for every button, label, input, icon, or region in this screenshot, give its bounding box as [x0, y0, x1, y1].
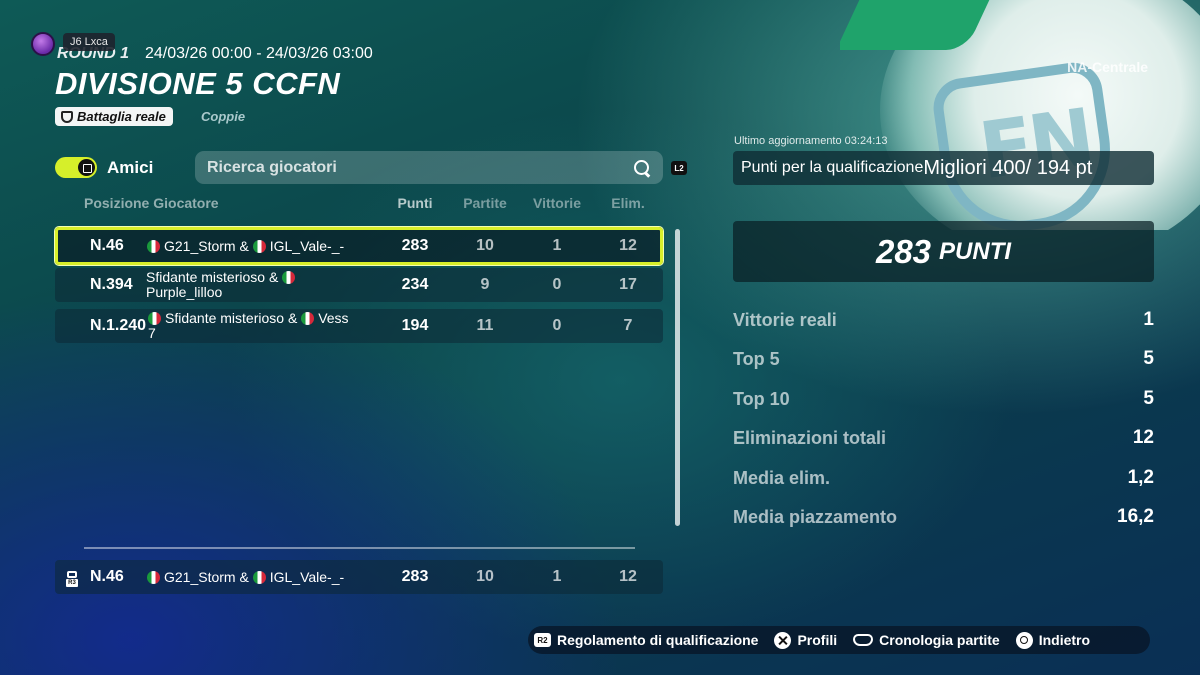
match-history-label: Cronologia partite [879, 632, 1000, 648]
row-points: 234 [401, 276, 429, 293]
row-position: N.394 [90, 276, 133, 293]
last-update-label: Ultimo aggiornamento 03:24:13 [734, 135, 888, 147]
row-player: Sfidante misterioso & Vess 7 [148, 310, 349, 341]
row-wins: 0 [552, 317, 562, 334]
row-player: G21_Storm & IGL_Vale-_- [147, 230, 387, 262]
flag-italy-icon [301, 312, 315, 325]
shield-icon [61, 110, 73, 123]
mode-badge: Battaglia reale [55, 107, 173, 126]
profiles-label: Profili [797, 632, 838, 648]
qualification-value: Migliori 400/ 194 pt [923, 156, 1093, 179]
col-header-position-player: Posizione Giocatore [84, 195, 219, 211]
rules-button[interactable]: R2 Regolamento di qualificazione [534, 632, 758, 648]
flag-italy-icon [147, 570, 160, 584]
row-position: N.1.240 [90, 317, 147, 334]
gamepad-icon [853, 634, 874, 646]
flag-italy-icon [148, 312, 161, 325]
date-range: 24/03/26 00:00 - 24/03/26 03:00 [145, 45, 373, 62]
back-label: Indietro [1038, 632, 1091, 648]
flag-italy-icon [252, 570, 266, 584]
team-mode-label: Coppie [201, 109, 246, 124]
table-row[interactable]: N.1.240 Sfidante misterioso & Vess 7 194 … [55, 309, 663, 343]
row-matches: 9 [480, 276, 490, 293]
qualification-label: Punti per la qualificazione [741, 159, 924, 176]
row-elims: 12 [619, 237, 637, 254]
table-row[interactable]: N.394 Sfidante misterioso & Purple_lillo… [55, 268, 663, 302]
row-points: 283 [401, 568, 429, 585]
search-input[interactable] [207, 158, 607, 177]
back-button[interactable]: Indietro [1015, 631, 1091, 649]
region-label: NA-Centrale [1067, 59, 1148, 75]
score-unit: PUNTI [939, 237, 1012, 265]
avatar[interactable] [31, 32, 55, 56]
cross-button-icon [774, 631, 792, 649]
page-title: DIVISIONE 5 CCFN [55, 66, 341, 101]
circle-button-icon [1015, 631, 1033, 649]
row-elims: 7 [623, 317, 633, 334]
stat-row: Top 10 5 [733, 388, 1154, 409]
stat-row: Media elim. 1,2 [733, 467, 1154, 488]
rules-label: Regolamento di qualificazione [557, 632, 759, 648]
row-wins: 1 [552, 237, 562, 254]
username-badge: J6 Lxca [63, 33, 115, 51]
col-header-wins: Vittorie [533, 195, 581, 211]
toggle-knob-icon [78, 159, 95, 176]
stat-row: Top 55 [733, 348, 1154, 369]
row-elims: 12 [619, 568, 637, 585]
flag-italy-icon [147, 239, 160, 253]
r2-button-icon: R2 [534, 633, 551, 647]
row-points: 283 [401, 237, 429, 254]
search-bar[interactable] [195, 151, 663, 184]
row-wins: 0 [552, 276, 562, 293]
friends-toggle[interactable] [55, 157, 97, 178]
friends-label: Amici [107, 158, 154, 177]
match-history-button[interactable]: Cronologia partite [853, 632, 1000, 648]
stat-row: Eliminazioni totali 12 [733, 427, 1154, 448]
footer-button-bar: R2 Regolamento di qualificazione Profili… [528, 626, 1150, 654]
row-matches: 10 [476, 237, 494, 254]
self-row[interactable]: N.46 G21_Storm & IGL_Vale-_- 283 10 1 12 [55, 560, 663, 594]
r3-player-icon: R3 [64, 571, 80, 587]
row-wins: 1 [552, 568, 562, 585]
search-icon[interactable] [633, 159, 651, 177]
col-header-points: Punti [397, 195, 433, 211]
row-matches: 11 [476, 317, 494, 334]
flag-italy-icon [282, 271, 296, 284]
score-box: 283 PUNTI [733, 221, 1154, 282]
row-player: G21_Storm & IGL_Vale-_- [147, 560, 387, 594]
mode-label: Battaglia reale [77, 109, 166, 124]
table-row[interactable]: N.46 G21_Storm & IGL_Vale-_- 283 10 1 12 [55, 227, 663, 265]
row-matches: 10 [476, 568, 494, 585]
row-points: 194 [401, 317, 429, 334]
row-position: N.46 [90, 237, 124, 254]
divider [84, 547, 635, 549]
col-header-matches: Partite [463, 195, 507, 211]
row-position: N.46 [90, 568, 124, 585]
profiles-button[interactable]: Profili [774, 631, 838, 649]
row-elims: 17 [619, 276, 637, 293]
flag-italy-icon [252, 239, 266, 253]
leaderboard-scrollbar[interactable] [675, 229, 680, 526]
stat-row: Vittorie reali 1 [733, 309, 1154, 330]
qualification-box: Punti per la qualificazione Migliori 400… [733, 151, 1154, 185]
event-emblem-art: FN [840, 0, 1200, 230]
col-header-elims: Elim. [611, 195, 645, 211]
stat-row: Media piazzamento 16,2 [733, 506, 1154, 527]
l2-button-icon: L2 [671, 161, 687, 175]
row-player: Sfidante misterioso & Purple_lilloo [146, 268, 386, 302]
score-value: 283 [875, 232, 932, 270]
